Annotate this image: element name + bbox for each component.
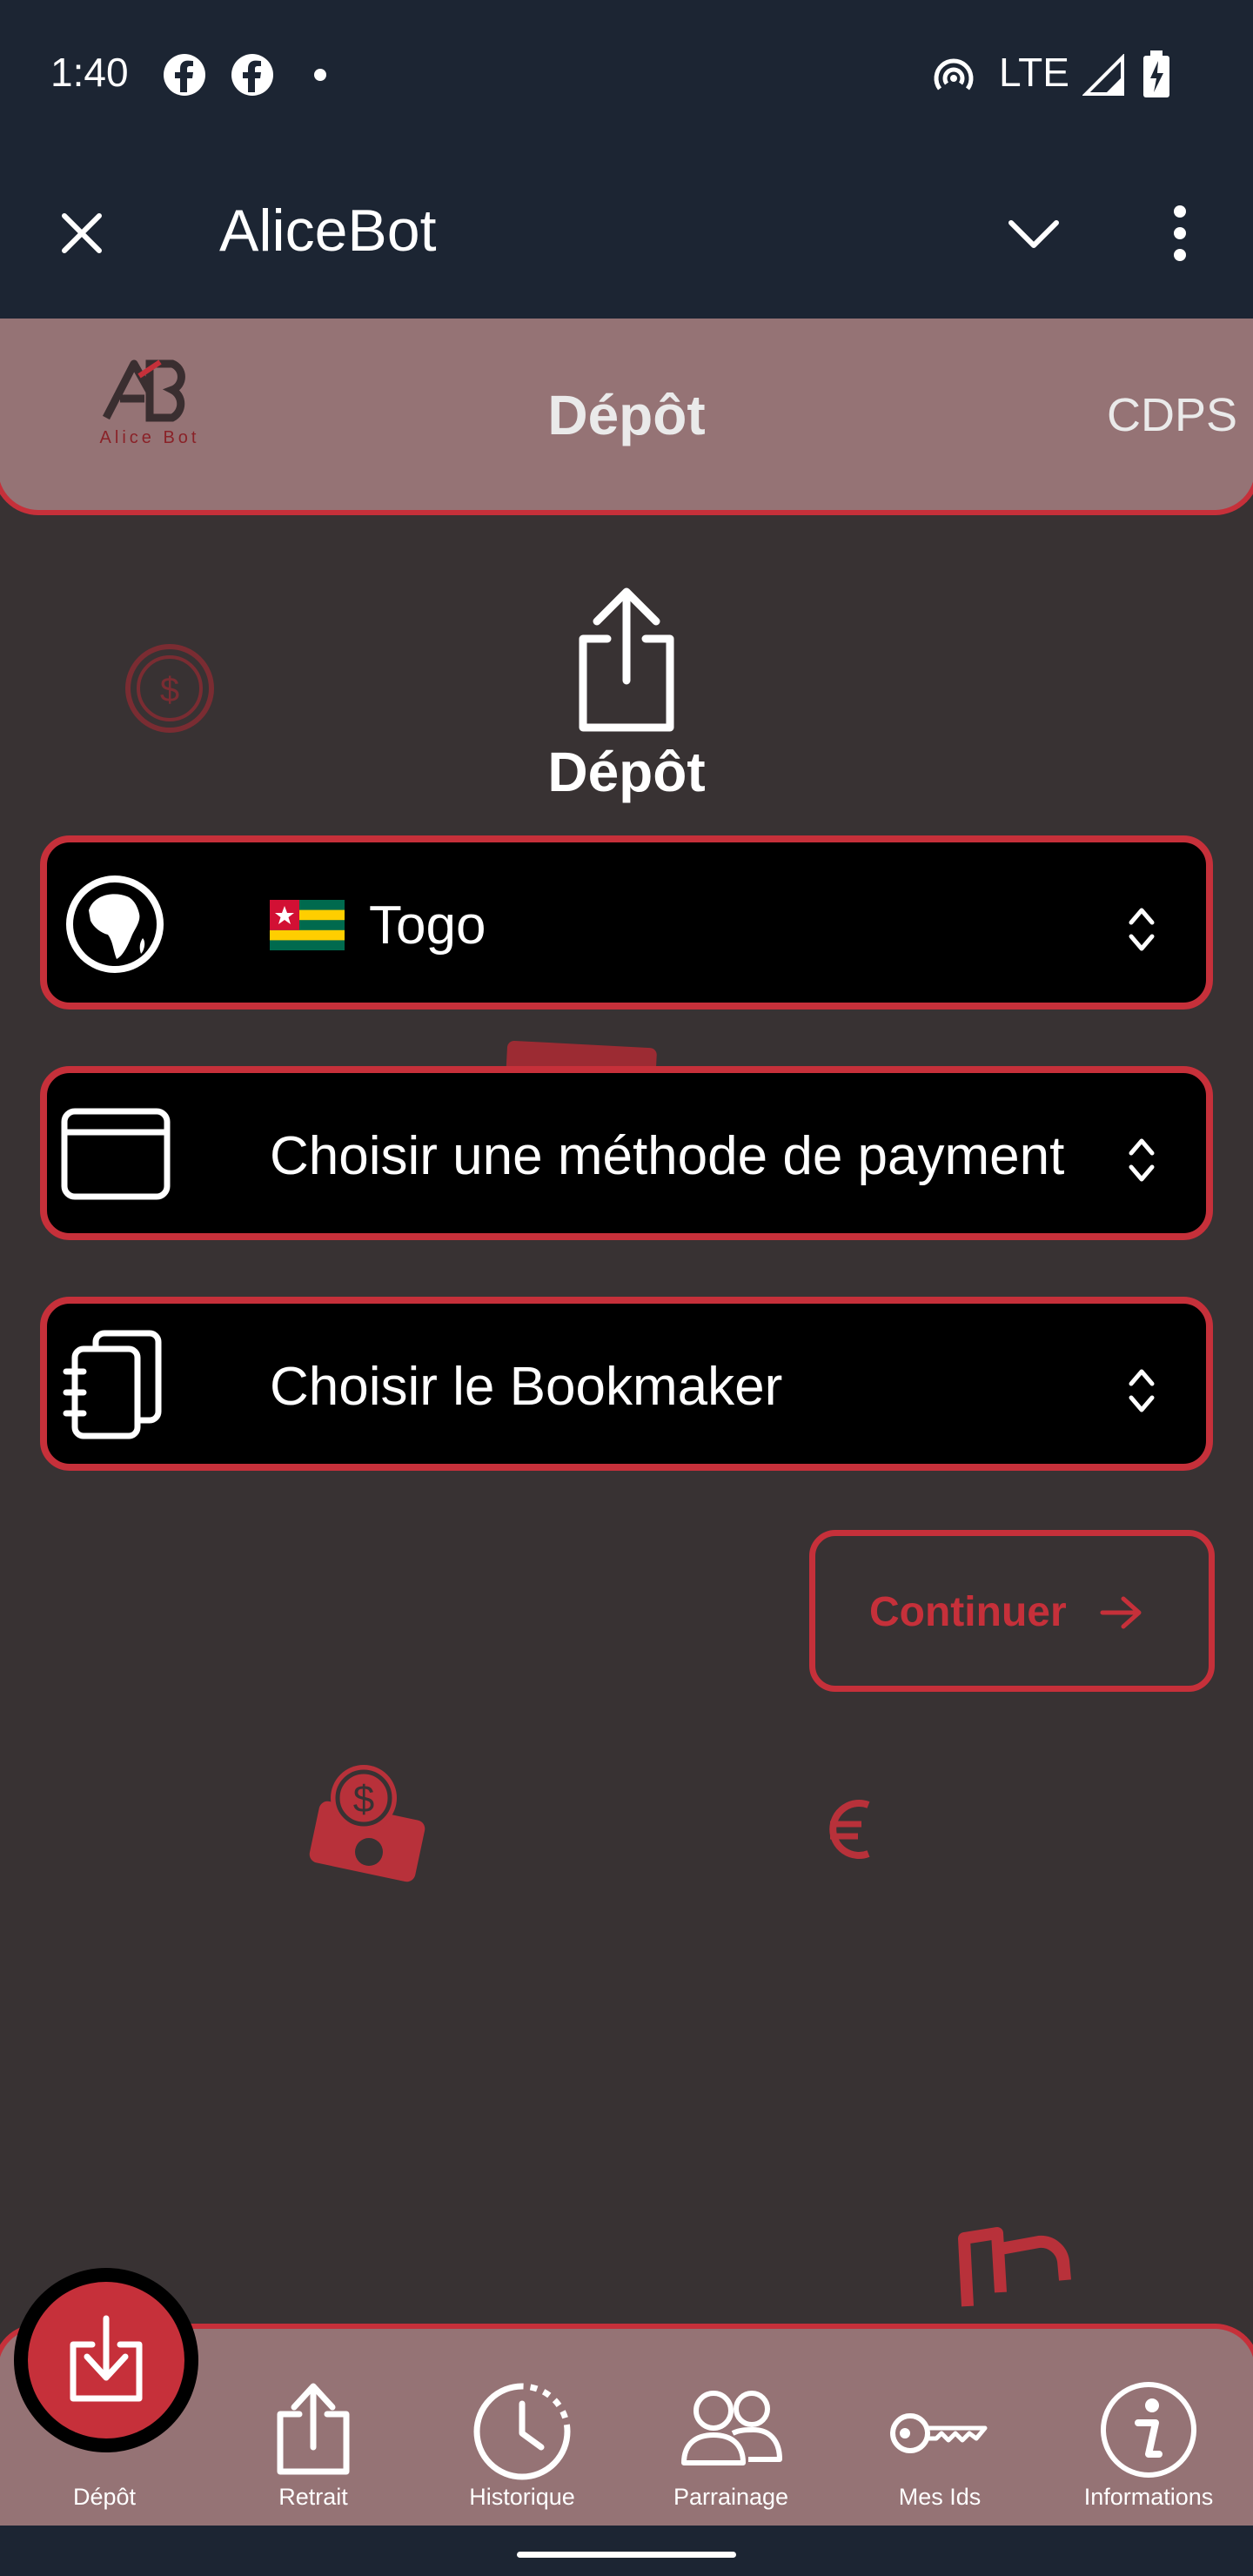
status-bar: 1:40 LTE	[0, 0, 1253, 148]
facebook-icon	[231, 54, 273, 96]
nav-item-depot[interactable]	[14, 2268, 198, 2452]
hotspot-icon	[934, 58, 974, 91]
togo-flag-icon	[270, 900, 345, 950]
payment-method-value: Choisir une méthode de payment	[270, 1126, 1065, 1186]
more-vert-icon[interactable]	[1163, 204, 1197, 263]
globe-africa-icon	[66, 875, 164, 973]
gesture-bar	[0, 2526, 1253, 2576]
facebook-icon	[164, 54, 205, 96]
svg-text:$: $	[160, 671, 179, 709]
close-icon[interactable]	[57, 209, 106, 258]
signal-icon	[1082, 54, 1124, 96]
chevron-down-icon[interactable]	[1006, 214, 1062, 252]
nav-label-retrait[interactable]: Retrait	[209, 2484, 418, 2511]
country-select[interactable]: Togo	[40, 835, 1213, 1010]
money-hand-icon: $	[309, 1765, 425, 1882]
bookmaker-value: Choisir le Bookmaker	[270, 1357, 783, 1417]
nav-label-parrainage[interactable]: Parrainage	[626, 2484, 835, 2511]
upload-icon	[579, 587, 674, 732]
unfold-icon	[1129, 908, 1155, 951]
people-icon[interactable]	[679, 2388, 785, 2468]
country-value: Togo	[369, 896, 486, 956]
card-icon	[61, 1108, 171, 1200]
continue-button[interactable]: Continuer	[809, 1530, 1215, 1692]
continue-label: Continuer	[869, 1589, 1067, 1635]
unfold-icon	[1129, 1369, 1155, 1412]
bookmaker-select[interactable]: Choisir le Bookmaker	[40, 1297, 1213, 1471]
clock-icon[interactable]	[470, 2381, 574, 2482]
header-right-label[interactable]: CDPS	[1107, 388, 1237, 442]
app-title: AliceBot	[219, 198, 437, 264]
upload-icon[interactable]	[273, 2381, 353, 2479]
nav-label-depot: Dépôt	[72, 2484, 137, 2510]
home-indicator[interactable]	[517, 2552, 736, 2558]
app-bar: AliceBot	[0, 148, 1253, 319]
arrow-right-icon	[1100, 1596, 1142, 1629]
notebook-icon	[63, 1330, 162, 1439]
info-icon[interactable]	[1098, 2379, 1199, 2480]
currency-symbol-icon	[958, 2227, 1071, 2307]
download-icon	[70, 2315, 143, 2402]
nav-label-historique[interactable]: Historique	[418, 2484, 626, 2511]
nav-label-informations[interactable]: Informations	[1044, 2484, 1253, 2511]
key-icon[interactable]	[888, 2407, 990, 2459]
network-type: LTE	[999, 50, 1069, 95]
euro-icon	[829, 1800, 870, 1859]
dollar-coin-icon: $	[125, 644, 214, 733]
payment-method-select[interactable]: Choisir une méthode de payment	[40, 1066, 1213, 1240]
hero-label: Dépôt	[547, 741, 706, 803]
page-title: Dépôt	[547, 384, 706, 446]
status-time: 1:40	[50, 50, 129, 95]
nav-label-mes-ids[interactable]: Mes Ids	[835, 2484, 1044, 2511]
notification-dot-icon	[314, 69, 326, 81]
unfold-icon	[1129, 1138, 1155, 1182]
svg-text:$: $	[353, 1778, 374, 1821]
battery-charging-icon	[1143, 50, 1169, 97]
